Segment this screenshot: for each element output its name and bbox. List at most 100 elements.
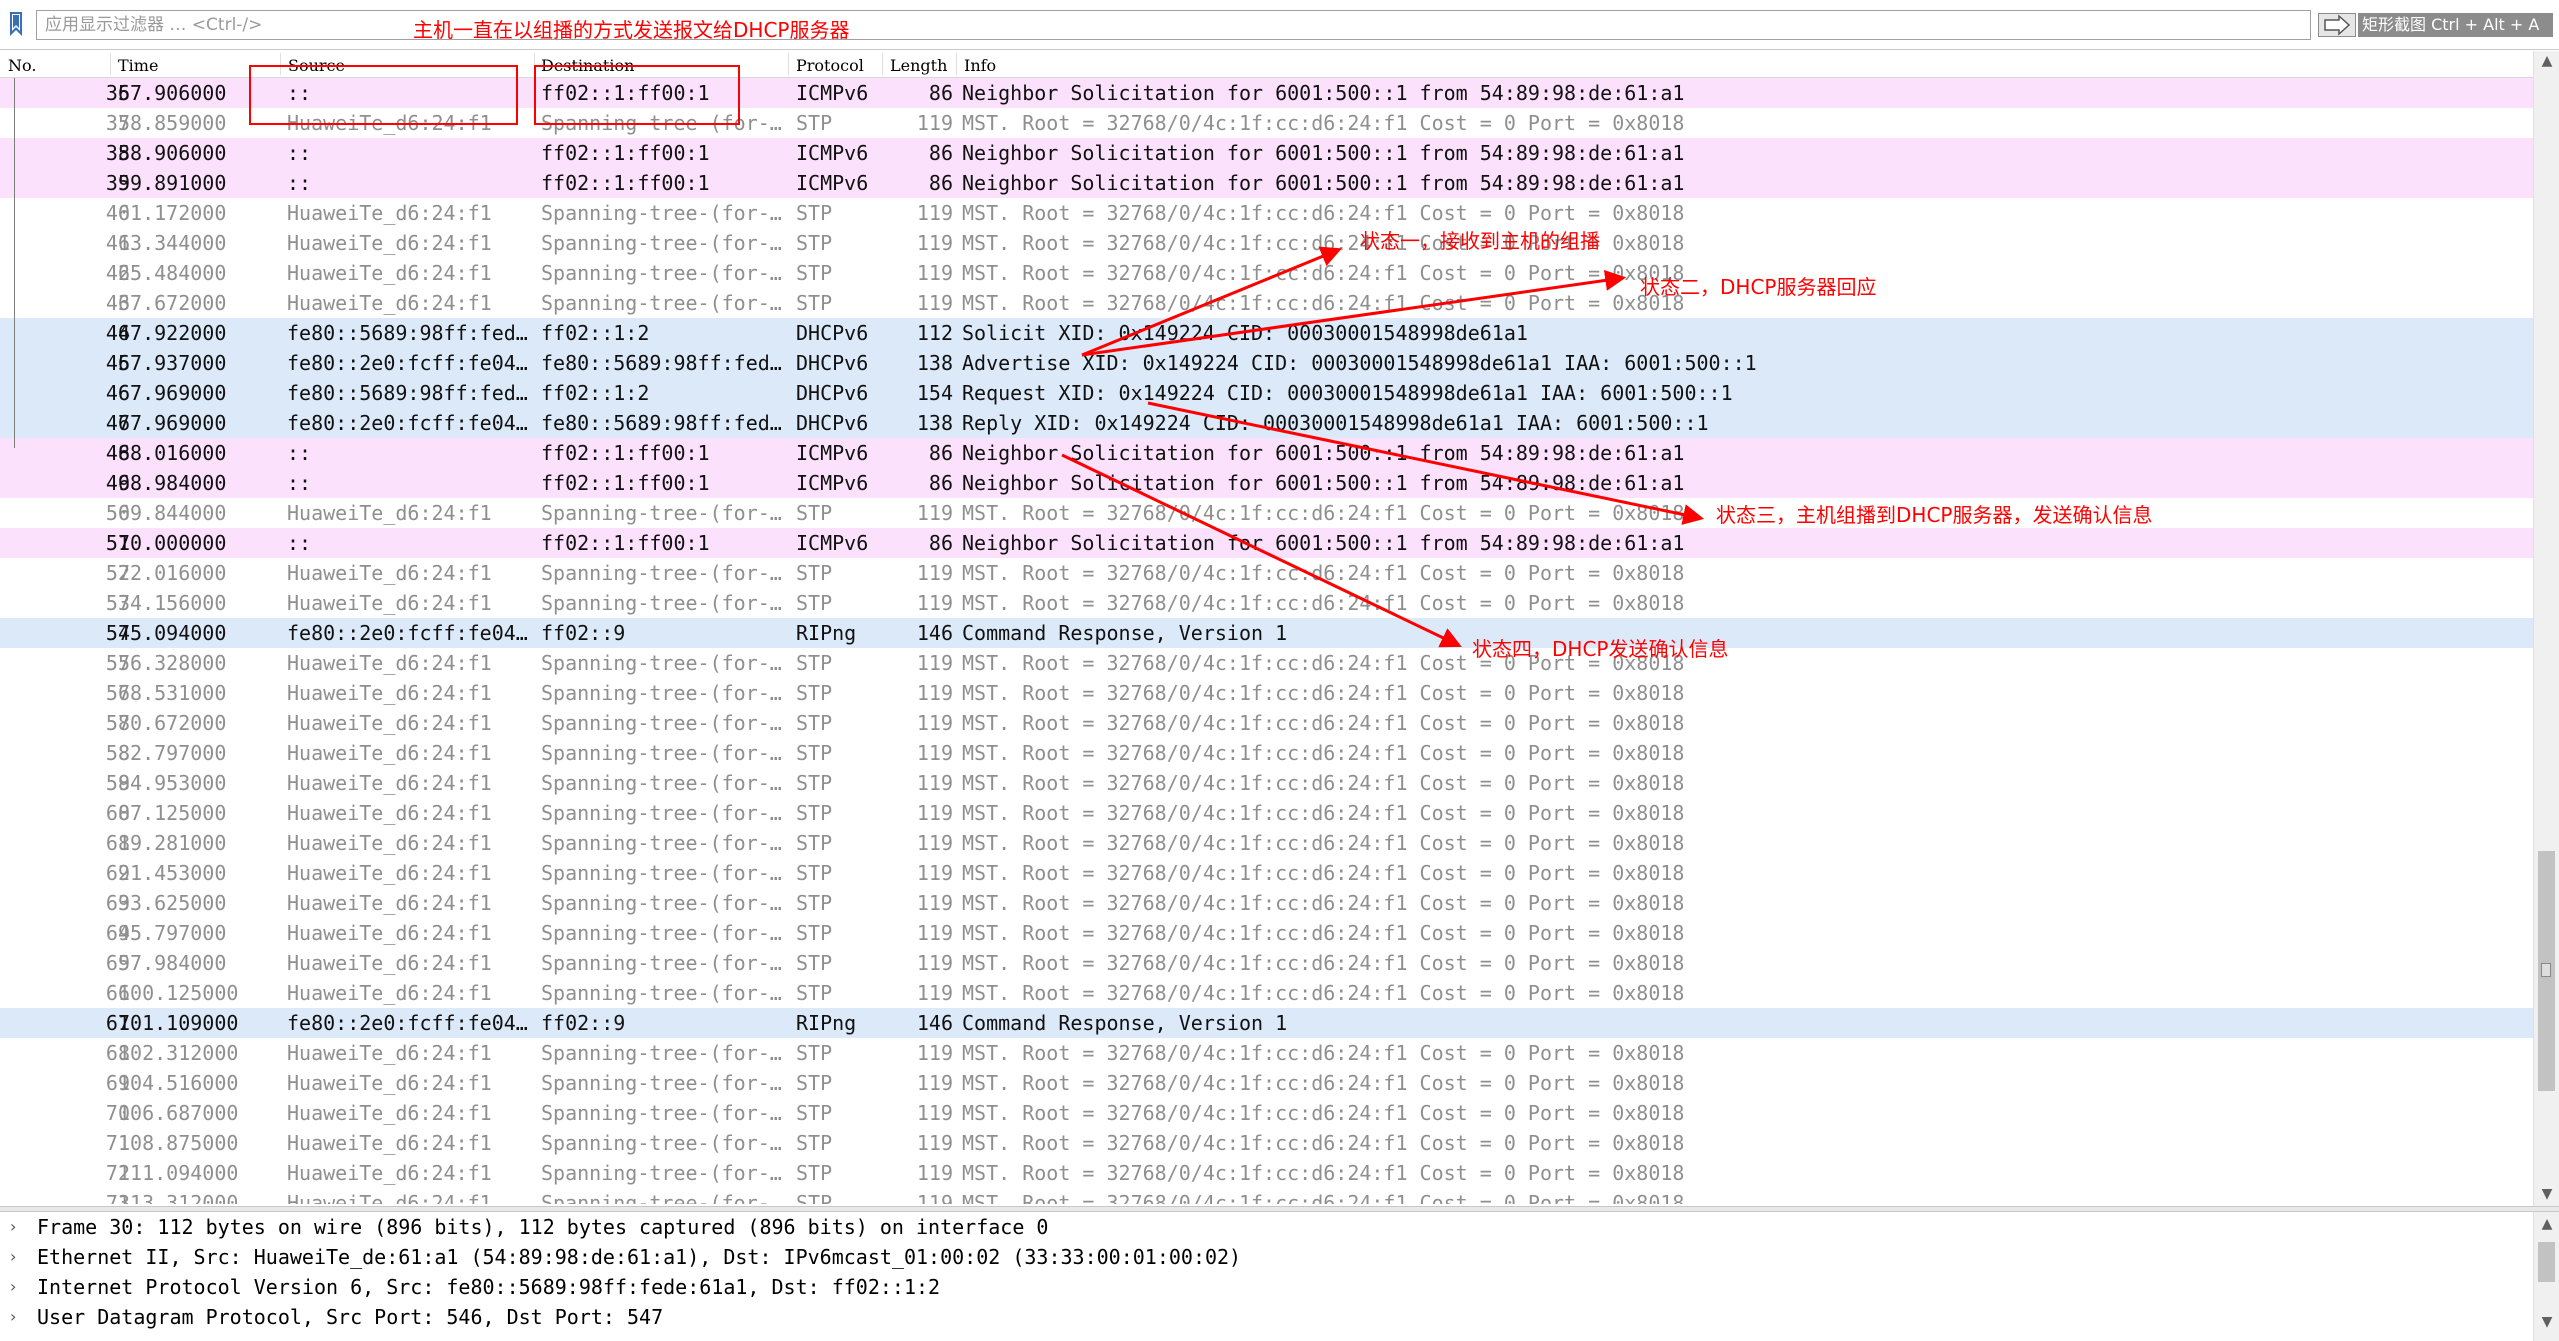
packet-destination: Spanning-tree-(for-… (541, 891, 782, 915)
packet-row[interactable]: 65 97.984000 HuaweiTe_d6:24:f1 Spanning-tre… (0, 948, 2533, 978)
packet-destination: Spanning-tree-(for-… (541, 591, 782, 615)
packet-row[interactable]: 49 68.984000:: ff02::1:ff00:1 ICMPv6 86 Neigh… (0, 468, 2533, 498)
bookmark-icon[interactable] (8, 12, 24, 36)
apply-filter-button[interactable] (2318, 13, 2356, 37)
packet-info: MST. Root = 32768/0/4c:1f:cc:d6:24:f1 Co… (962, 771, 1685, 795)
packet-row[interactable]: 50 69.844000 HuaweiTe_d6:24:f1 Spanning-tre… (0, 498, 2533, 528)
expand-chevron-icon[interactable]: › (10, 1212, 16, 1242)
scroll-up-icon[interactable]: ▲ (2534, 1214, 2559, 1234)
packet-row[interactable]: 44 67.922000 fe80::5689:98ff:fed… ff02::1:2… (0, 318, 2533, 348)
packet-row[interactable]: 59 84.953000 HuaweiTe_d6:24:f1 Spanning-tre… (0, 768, 2533, 798)
packet-destination: Spanning-tree-(for-… (541, 741, 782, 765)
packet-row[interactable]: 39 59.891000:: ff02::1:ff00:1 ICMPv6 86 Neigh… (0, 168, 2533, 198)
column-header-length[interactable]: Length (890, 56, 947, 75)
packet-row[interactable]: 51 70.000000:: ff02::1:ff00:1 ICMPv6 86 Neigh… (0, 528, 2533, 558)
packet-row[interactable]: 53 74.156000 HuaweiTe_d6:24:f1 Spanning-tre… (0, 588, 2533, 618)
packet-row[interactable]: 40 61.172000 HuaweiTe_d6:24:f1 Spanning-tre… (0, 198, 2533, 228)
packet-row[interactable]: 61 89.281000 HuaweiTe_d6:24:f1 Spanning-tre… (0, 828, 2533, 858)
detail-tree-item[interactable]: › Frame 30: 112 bytes on wire (896 bits),… (0, 1212, 2533, 1242)
packet-list-scrollbar[interactable]: ▲ ▼ (2533, 51, 2559, 1206)
packet-row[interactable]: 73 113.312000 HuaweiTe_d6:24:f1 Spanning-tr… (0, 1188, 2533, 1204)
packet-row[interactable]: 48 68.016000:: ff02::1:ff00:1 ICMPv6 86 Neigh… (0, 438, 2533, 468)
packet-no: 65 (105, 951, 130, 975)
detail-tree-label: User Datagram Protocol, Src Port: 546, D… (37, 1305, 664, 1329)
packet-list[interactable]: 36 57.906000:: ff02::1:ff00:1 ICMPv6 86 Neigh… (0, 78, 2533, 1204)
packet-time: 91.453000 (118, 861, 227, 885)
detail-tree-item[interactable]: › User Datagram Protocol, Src Port: 546, … (0, 1302, 2533, 1332)
packet-row[interactable]: 41 63.344000 HuaweiTe_d6:24:f1 Spanning-tre… (0, 228, 2533, 258)
packet-row[interactable]: 58 82.797000 HuaweiTe_d6:24:f1 Spanning-tre… (0, 738, 2533, 768)
packet-row[interactable]: 36 57.906000:: ff02::1:ff00:1 ICMPv6 86 Neigh… (0, 78, 2533, 108)
packet-destination: Spanning-tree-(for-… (541, 1161, 782, 1185)
packet-source: HuaweiTe_d6:24:f1 (287, 1101, 492, 1125)
packet-no: 60 (105, 801, 130, 825)
packet-row[interactable]: 45 67.937000 fe80::2e0:fcff:fe04… fe80::568… (0, 348, 2533, 378)
packet-info: MST. Root = 32768/0/4c:1f:cc:d6:24:f1 Co… (962, 1191, 1685, 1204)
column-header-destination[interactable]: Destination (541, 56, 634, 75)
detail-tree-item[interactable]: › Ethernet II, Src: HuaweiTe_de:61:a1 (54… (0, 1242, 2533, 1272)
display-filter-input[interactable] (36, 10, 2311, 40)
packet-length: 119 (916, 591, 953, 615)
packet-info: MST. Root = 32768/0/4c:1f:cc:d6:24:f1 Co… (962, 1071, 1685, 1095)
packet-row[interactable]: 38 58.906000:: ff02::1:ff00:1 ICMPv6 86 Neigh… (0, 138, 2533, 168)
packet-row[interactable]: 63 93.625000 HuaweiTe_d6:24:f1 Spanning-tre… (0, 888, 2533, 918)
packet-source: :: (287, 141, 312, 165)
annotation-top-note: 主机一直在以组播的方式发送报文给DHCP服务器 (413, 18, 850, 42)
packet-time: 108.875000 (118, 1131, 239, 1155)
packet-row[interactable]: 47 67.969000 fe80::2e0:fcff:fe04… fe80::568… (0, 408, 2533, 438)
packet-row[interactable]: 42 65.484000 HuaweiTe_d6:24:f1 Spanning-tre… (0, 258, 2533, 288)
packet-destination: Spanning-tree-(for-… (541, 201, 782, 225)
column-header-protocol[interactable]: Protocol (796, 56, 864, 75)
packet-row[interactable]: 52 72.016000 HuaweiTe_d6:24:f1 Spanning-tre… (0, 558, 2533, 588)
scrollbar-thumb[interactable] (2538, 851, 2555, 1091)
scroll-down-icon[interactable]: ▼ (2534, 1312, 2559, 1332)
packet-row[interactable]: 62 91.453000 HuaweiTe_d6:24:f1 Spanning-tre… (0, 858, 2533, 888)
packet-source: HuaweiTe_d6:24:f1 (287, 111, 492, 135)
packet-source: HuaweiTe_d6:24:f1 (287, 951, 492, 975)
column-header-time[interactable]: Time (118, 56, 158, 75)
packet-destination: Spanning-tree-(for-… (541, 921, 782, 945)
packet-row[interactable]: 60 87.125000 HuaweiTe_d6:24:f1 Spanning-tre… (0, 798, 2533, 828)
packet-no: 43 (105, 291, 130, 315)
packet-info: MST. Root = 32768/0/4c:1f:cc:d6:24:f1 Co… (962, 231, 1685, 255)
column-header-source[interactable]: Source (288, 56, 345, 75)
packet-row[interactable]: 55 76.328000 HuaweiTe_d6:24:f1 Spanning-tre… (0, 648, 2533, 678)
packet-info: Neighbor Solicitation for 6001:500::1 fr… (962, 441, 1685, 465)
packet-row[interactable]: 57 80.672000 HuaweiTe_d6:24:f1 Spanning-tre… (0, 708, 2533, 738)
expand-chevron-icon[interactable]: › (10, 1242, 16, 1272)
packet-no: 46 (105, 381, 130, 405)
packet-row[interactable]: 37 58.859000 HuaweiTe_d6:24:f1 Spanning-tre… (0, 108, 2533, 138)
expand-chevron-icon[interactable]: › (10, 1272, 16, 1302)
packet-no: 59 (105, 771, 130, 795)
packet-row[interactable]: 69 104.516000 HuaweiTe_d6:24:f1 Spanning-tr… (0, 1068, 2533, 1098)
packet-no: 69 (105, 1071, 130, 1095)
packet-info: MST. Root = 32768/0/4c:1f:cc:d6:24:f1 Co… (962, 741, 1685, 765)
scroll-up-icon[interactable]: ▲ (2534, 51, 2559, 71)
packet-time: 65.484000 (118, 261, 227, 285)
packet-row[interactable]: 66 100.125000 HuaweiTe_d6:24:f1 Spanning-tr… (0, 978, 2533, 1008)
packet-source: fe80::2e0:fcff:fe04… (287, 621, 528, 645)
packet-source: HuaweiTe_d6:24:f1 (287, 981, 492, 1005)
scrollbar-thumb[interactable] (2538, 1242, 2555, 1282)
column-header-no[interactable]: No. (8, 56, 36, 75)
packet-info: MST. Root = 32768/0/4c:1f:cc:d6:24:f1 Co… (962, 891, 1685, 915)
packet-no: 56 (105, 681, 130, 705)
packet-row[interactable]: 68 102.312000 HuaweiTe_d6:24:f1 Spanning-tr… (0, 1038, 2533, 1068)
packet-source: HuaweiTe_d6:24:f1 (287, 1041, 492, 1065)
scroll-down-icon[interactable]: ▼ (2534, 1184, 2559, 1204)
packet-row[interactable]: 43 67.672000 HuaweiTe_d6:24:f1 Spanning-tre… (0, 288, 2533, 318)
packet-row[interactable]: 67 101.109000 fe80::2e0:fcff:fe04… ff02::9 R… (0, 1008, 2533, 1038)
packet-row[interactable]: 71 108.875000 HuaweiTe_d6:24:f1 Spanning-tr… (0, 1128, 2533, 1158)
packet-row[interactable]: 64 95.797000 HuaweiTe_d6:24:f1 Spanning-tre… (0, 918, 2533, 948)
packet-row[interactable]: 46 67.969000 fe80::5689:98ff:fed… ff02::1:2… (0, 378, 2533, 408)
details-scrollbar[interactable]: ▲ ▼ (2533, 1212, 2559, 1341)
packet-row[interactable]: 56 78.531000 HuaweiTe_d6:24:f1 Spanning-tre… (0, 678, 2533, 708)
packet-row[interactable]: 54 75.094000 fe80::2e0:fcff:fe04… ff02::9 RI… (0, 618, 2533, 648)
packet-destination: ff02::1:ff00:1 (541, 141, 710, 165)
packet-row[interactable]: 70 106.687000 HuaweiTe_d6:24:f1 Spanning-tr… (0, 1098, 2533, 1128)
detail-tree-item[interactable]: › Internet Protocol Version 6, Src: fe80:… (0, 1272, 2533, 1302)
expand-chevron-icon[interactable]: › (10, 1302, 16, 1332)
packet-info: MST. Root = 32768/0/4c:1f:cc:d6:24:f1 Co… (962, 711, 1685, 735)
packet-row[interactable]: 72 111.094000 HuaweiTe_d6:24:f1 Spanning-tr… (0, 1158, 2533, 1188)
column-header-info[interactable]: Info (964, 56, 996, 75)
